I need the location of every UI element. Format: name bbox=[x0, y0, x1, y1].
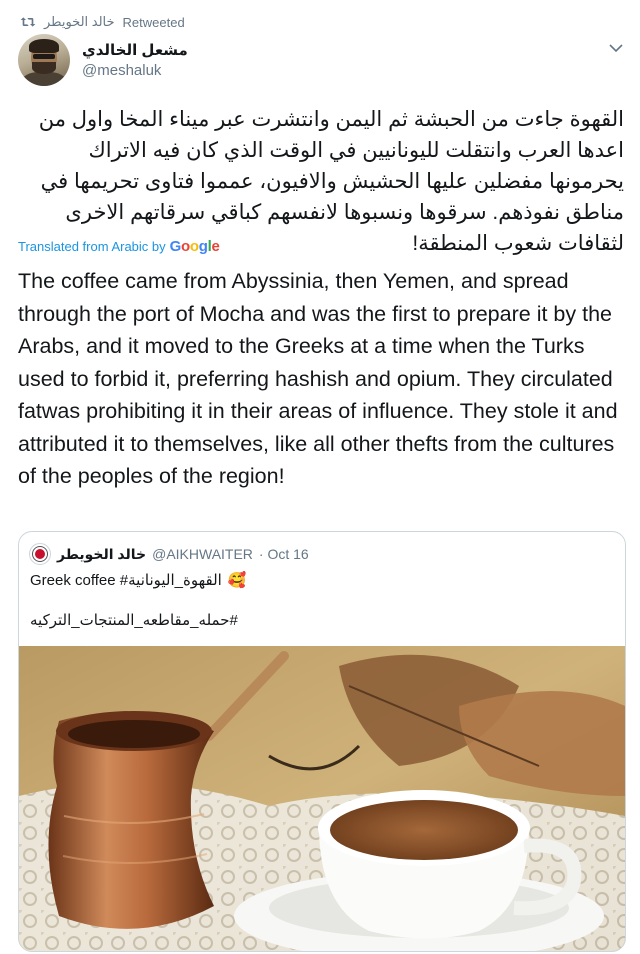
retweet-context[interactable]: خالد الخويطر Retweeted bbox=[20, 12, 185, 32]
tweet-text-translation: The coffee came from Abyssinia, then Yem… bbox=[18, 269, 618, 488]
retweet-icon bbox=[20, 17, 36, 27]
quoted-text: Greek coffee #القهوة_اليونانية bbox=[30, 572, 222, 589]
coffee-photo[interactable] bbox=[19, 646, 625, 951]
quoted-avatar[interactable] bbox=[29, 543, 51, 565]
author-names: مشعل الخالدي @meshaluk bbox=[82, 41, 188, 79]
quoted-date[interactable]: · Oct 16 bbox=[259, 546, 309, 562]
quoted-display-name[interactable]: خالد الخويطر bbox=[57, 546, 146, 563]
author-display-name[interactable]: مشعل الخالدي bbox=[82, 41, 188, 59]
quoted-handle[interactable]: @AIKHWAITER bbox=[152, 546, 253, 562]
tweet-text-arabic: القهوة جاءت من الحبشة ثم اليمن وانتشرت ع… bbox=[38, 108, 624, 255]
google-logo: Google bbox=[169, 238, 220, 255]
chevron-down-icon[interactable] bbox=[608, 40, 624, 56]
quoted-text-line1: Greek coffee #القهوة_اليونانية 🥰 bbox=[30, 571, 247, 589]
quoted-tweet-header: خالد الخويطر @AIKHWAITER · Oct 16 bbox=[29, 543, 309, 565]
retweeted-label: Retweeted bbox=[122, 14, 185, 30]
retweeter-name[interactable]: خالد الخويطر bbox=[44, 14, 115, 30]
tweet-header: مشعل الخالدي @meshaluk bbox=[18, 34, 188, 86]
author-avatar[interactable] bbox=[18, 34, 70, 86]
quoted-hashtag[interactable]: #حمله_مقاطعه_المنتجات_التركيه bbox=[30, 611, 238, 629]
translation-attribution[interactable]: Translated from Arabic by Google bbox=[18, 238, 220, 255]
translated-label: Translated from Arabic by bbox=[18, 239, 166, 254]
smiling-hearts-emoji-icon: 🥰 bbox=[227, 572, 247, 589]
quoted-tweet[interactable]: خالد الخويطر @AIKHWAITER · Oct 16 Greek … bbox=[18, 531, 626, 952]
author-handle[interactable]: @meshaluk bbox=[82, 62, 188, 79]
